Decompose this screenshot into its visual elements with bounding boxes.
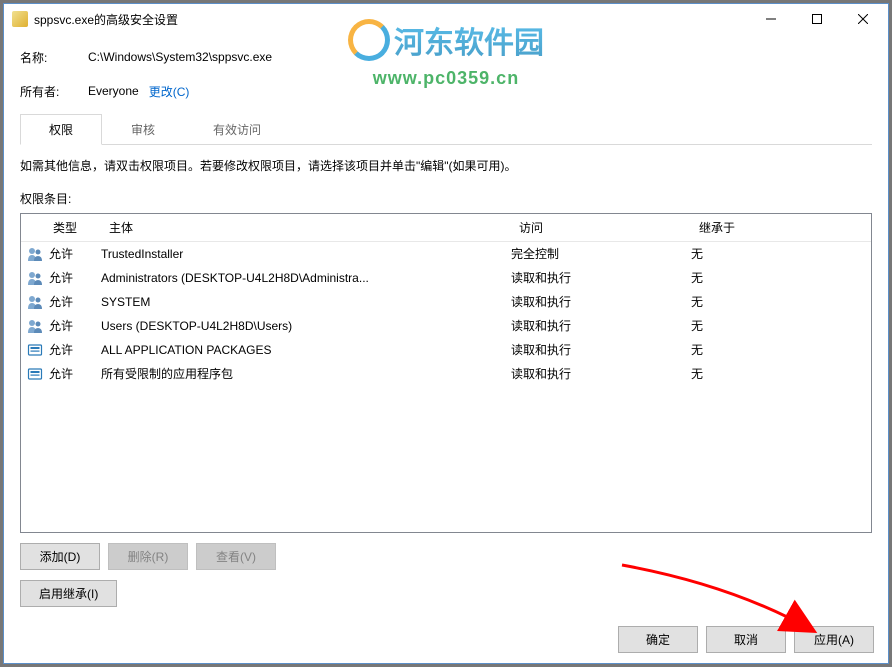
table-row[interactable]: 允许Administrators (DESKTOP-U4L2H8D\Admini… (21, 266, 871, 290)
titlebar: sppsvc.exe的高级安全设置 (4, 4, 888, 34)
window-title: sppsvc.exe的高级安全设置 (34, 11, 748, 28)
cell-principal: ALL APPLICATION PACKAGES (101, 340, 511, 360)
tab-audit[interactable]: 审核 (102, 114, 184, 145)
cell-principal: TrustedInstaller (101, 244, 511, 264)
view-button[interactable]: 查看(V) (196, 543, 276, 570)
cell-access: 读取和执行 (511, 292, 691, 312)
cell-principal: Administrators (DESKTOP-U4L2H8D\Administ… (101, 268, 511, 288)
document-icon (12, 11, 28, 27)
dialog-buttons: 确定 取消 应用(A) (618, 626, 874, 653)
cell-type: 允许 (49, 316, 101, 336)
inherit-row: 启用继承(I) (20, 580, 872, 607)
remove-button[interactable]: 删除(R) (108, 543, 188, 570)
cell-type: 允许 (49, 268, 101, 288)
column-principal[interactable]: 主体 (101, 214, 511, 241)
table-row[interactable]: 允许所有受限制的应用程序包读取和执行无 (21, 362, 871, 386)
cell-access: 读取和执行 (511, 268, 691, 288)
enable-inheritance-button[interactable]: 启用继承(I) (20, 580, 117, 607)
cell-access: 读取和执行 (511, 316, 691, 336)
owner-row: 所有者: Everyone 更改(C) (20, 80, 872, 102)
table-body: 允许TrustedInstaller完全控制无允许Administrators … (21, 242, 871, 386)
cancel-button[interactable]: 取消 (706, 626, 786, 653)
principal-icon (21, 366, 49, 382)
principal-icon (21, 246, 49, 262)
cell-access: 读取和执行 (511, 340, 691, 360)
tab-content: 如需其他信息，请双击权限项目。若要修改权限项目，请选择该项目并单击"编辑"(如果… (20, 145, 872, 607)
cell-principal: SYSTEM (101, 292, 511, 312)
tab-effective-access[interactable]: 有效访问 (184, 114, 290, 145)
owner-value: Everyone (88, 84, 139, 98)
cell-type: 允许 (49, 292, 101, 312)
column-inherit[interactable]: 继承于 (691, 214, 871, 241)
cell-inherit: 无 (691, 292, 871, 312)
principal-icon (21, 318, 49, 334)
table-row[interactable]: 允许SYSTEM读取和执行无 (21, 290, 871, 314)
table-header: 类型 主体 访问 继承于 (21, 214, 871, 242)
cell-principal: 所有受限制的应用程序包 (101, 364, 511, 384)
apply-button[interactable]: 应用(A) (794, 626, 874, 653)
ok-button[interactable]: 确定 (618, 626, 698, 653)
maximize-button[interactable] (794, 5, 840, 33)
name-row: 名称: C:\Windows\System32\sppsvc.exe (20, 46, 872, 68)
owner-label: 所有者: (20, 83, 88, 100)
column-access[interactable]: 访问 (511, 214, 691, 241)
cell-inherit: 无 (691, 268, 871, 288)
content-area: 名称: C:\Windows\System32\sppsvc.exe 所有者: … (4, 34, 888, 619)
tab-permissions[interactable]: 权限 (20, 114, 102, 145)
table-row[interactable]: 允许TrustedInstaller完全控制无 (21, 242, 871, 266)
cell-type: 允许 (49, 340, 101, 360)
add-button[interactable]: 添加(D) (20, 543, 100, 570)
cell-type: 允许 (49, 244, 101, 264)
principal-icon (21, 342, 49, 358)
entries-label: 权限条目: (20, 190, 872, 207)
name-label: 名称: (20, 49, 88, 66)
action-buttons: 添加(D) 删除(R) 查看(V) (20, 543, 872, 570)
window-controls (748, 5, 886, 33)
column-type[interactable]: 类型 (21, 214, 101, 241)
cell-access: 读取和执行 (511, 364, 691, 384)
principal-icon (21, 294, 49, 310)
table-row[interactable]: 允许Users (DESKTOP-U4L2H8D\Users)读取和执行无 (21, 314, 871, 338)
close-button[interactable] (840, 5, 886, 33)
name-value: C:\Windows\System32\sppsvc.exe (88, 50, 272, 64)
principal-icon (21, 270, 49, 286)
cell-access: 完全控制 (511, 244, 691, 264)
cell-inherit: 无 (691, 364, 871, 384)
cell-principal: Users (DESKTOP-U4L2H8D\Users) (101, 316, 511, 336)
change-owner-link[interactable]: 更改(C) (149, 83, 190, 100)
minimize-button[interactable] (748, 5, 794, 33)
cell-inherit: 无 (691, 244, 871, 264)
dialog-window: sppsvc.exe的高级安全设置 名称: C:\Windows\System3… (3, 3, 889, 664)
table-row[interactable]: 允许ALL APPLICATION PACKAGES读取和执行无 (21, 338, 871, 362)
cell-type: 允许 (49, 364, 101, 384)
cell-inherit: 无 (691, 316, 871, 336)
cell-inherit: 无 (691, 340, 871, 360)
permissions-table: 类型 主体 访问 继承于 允许TrustedInstaller完全控制无允许Ad… (20, 213, 872, 533)
instructions-text: 如需其他信息，请双击权限项目。若要修改权限项目，请选择该项目并单击"编辑"(如果… (20, 157, 872, 176)
tabs: 权限 审核 有效访问 (20, 114, 872, 145)
